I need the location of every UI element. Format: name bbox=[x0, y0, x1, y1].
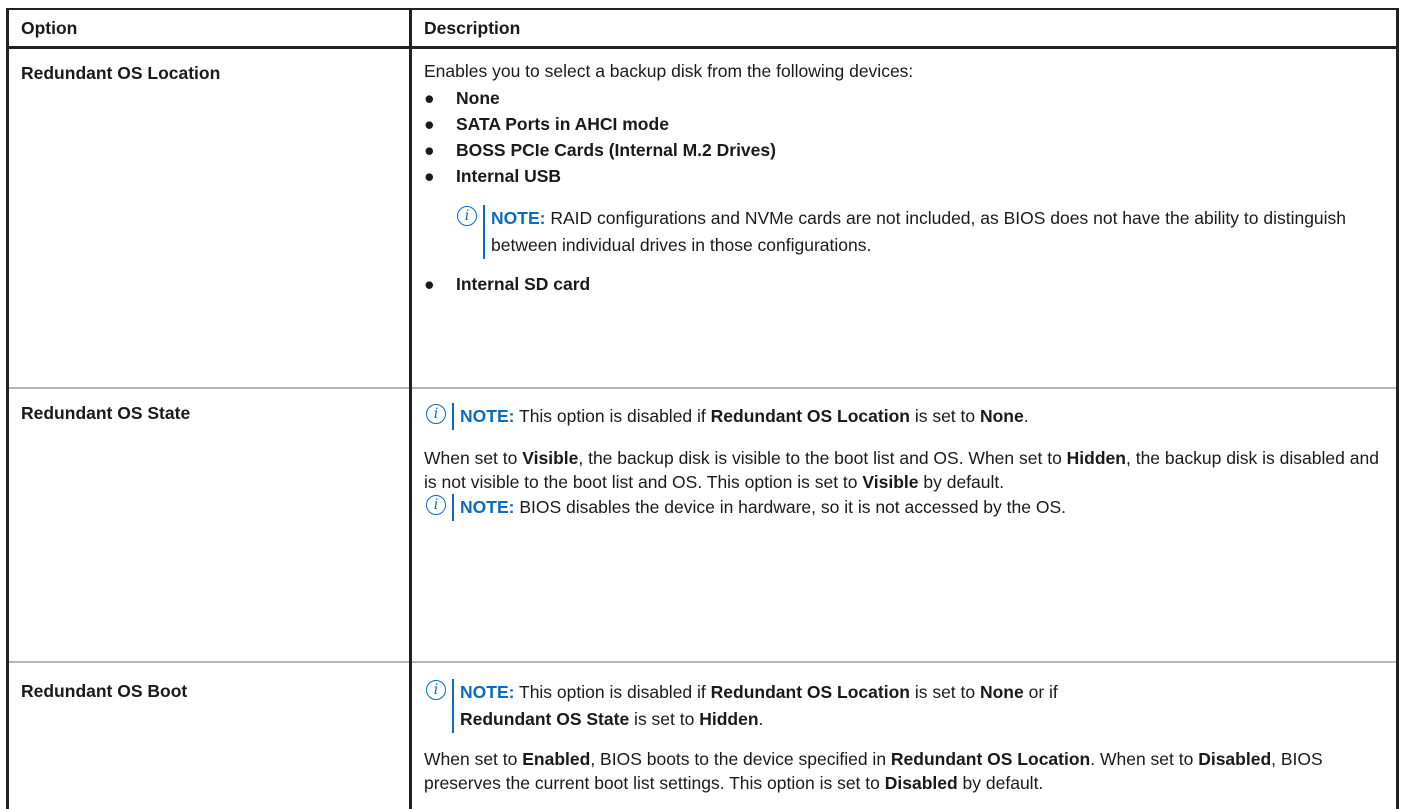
text-run: by default. bbox=[957, 773, 1044, 793]
note-text: is set to bbox=[629, 709, 700, 729]
list-item: ● Internal SD card bbox=[424, 271, 1384, 297]
note-emphasis: None bbox=[979, 406, 1024, 426]
note-body: NOTE: RAID configurations and NVMe cards… bbox=[483, 205, 1384, 259]
list-item-label: Internal USB bbox=[456, 166, 562, 186]
description-text: When set to Enabled, BIOS boots to the d… bbox=[424, 747, 1384, 795]
description-text: Enables you to select a backup disk from… bbox=[424, 61, 914, 81]
device-list: ● None ● SATA Ports in AHCI mode ● BOSS PCI… bbox=[424, 85, 1384, 189]
option-name: Redundant OS Location bbox=[6, 47, 412, 389]
option-column-header: Option bbox=[6, 8, 412, 49]
note-label: NOTE: bbox=[491, 208, 546, 228]
text-run: , BIOS boots to the device specified in bbox=[590, 749, 891, 769]
option-name: Redundant OS State bbox=[6, 388, 412, 663]
note-label: NOTE: bbox=[460, 682, 515, 702]
info-circle-icon: i bbox=[457, 206, 477, 226]
note-emphasis: Hidden bbox=[699, 709, 759, 729]
value-disabled: Disabled bbox=[884, 773, 958, 793]
note-body: NOTE: BIOS disables the device in hardwa… bbox=[452, 494, 1066, 521]
description-text: When set to Visible, the backup disk is … bbox=[424, 446, 1384, 494]
note-emphasis: Redundant OS Location bbox=[710, 682, 910, 702]
table-row: Redundant OS State i NOTE: This option i… bbox=[6, 388, 1399, 663]
value-visible: Visible bbox=[522, 448, 579, 468]
note-text: BIOS disables the device in hardware, so… bbox=[514, 497, 1066, 517]
table-row: Redundant OS Location Enables you to sel… bbox=[6, 47, 1399, 389]
text-run: When set to bbox=[424, 749, 523, 769]
info-circle-icon: i bbox=[426, 495, 446, 515]
description-column-header: Description bbox=[409, 8, 1399, 49]
note-body: NOTE: This option is disabled if Redunda… bbox=[452, 679, 1058, 733]
bullet-icon: ● bbox=[424, 166, 435, 186]
list-item: ● None bbox=[424, 85, 1384, 111]
device-list-continued: ● Internal SD card bbox=[424, 271, 1384, 297]
text-run: by default. bbox=[918, 472, 1005, 492]
text-run: When set to bbox=[424, 448, 523, 468]
option-description: i NOTE: This option is disabled if Redun… bbox=[409, 388, 1399, 663]
note-text: is set to bbox=[909, 682, 980, 702]
list-item: ● Internal USB bbox=[424, 163, 1384, 189]
list-item-label: None bbox=[456, 88, 500, 108]
info-circle-icon: i bbox=[426, 404, 446, 424]
note-emphasis: Redundant OS Location bbox=[710, 406, 910, 426]
table-header-row: Option Description bbox=[6, 8, 1399, 49]
note-emphasis: None bbox=[979, 682, 1024, 702]
note-callout: i NOTE: BIOS disables the device in hard… bbox=[426, 494, 1384, 521]
note-text: RAID configurations and NVMe cards are n… bbox=[491, 208, 1347, 255]
value-visible: Visible bbox=[862, 472, 919, 492]
list-item-label: Internal SD card bbox=[456, 274, 591, 294]
option-description: i NOTE: This option is disabled if Redun… bbox=[409, 662, 1399, 809]
note-emphasis: Redundant OS State bbox=[460, 709, 630, 729]
note-callout: i NOTE: This option is disabled if Redun… bbox=[426, 679, 1384, 733]
note-text: . bbox=[1023, 406, 1029, 426]
list-item: ● SATA Ports in AHCI mode bbox=[424, 111, 1384, 137]
list-item-label: SATA Ports in AHCI mode bbox=[456, 114, 669, 134]
note-label: NOTE: bbox=[460, 497, 515, 517]
value-enabled: Enabled bbox=[522, 749, 591, 769]
note-text: is set to bbox=[909, 406, 980, 426]
bullet-icon: ● bbox=[424, 114, 435, 134]
text-run: , the backup disk is visible to the boot… bbox=[578, 448, 1067, 468]
table-row: Redundant OS Boot i NOTE: This option is… bbox=[6, 662, 1399, 809]
note-text: . bbox=[758, 709, 764, 729]
bullet-icon: ● bbox=[424, 274, 435, 294]
bullet-icon: ● bbox=[424, 88, 435, 108]
note-text: This option is disabled if bbox=[514, 682, 711, 702]
note-label: NOTE: bbox=[460, 406, 515, 426]
list-item-label: BOSS PCIe Cards (Internal M.2 Drives) bbox=[456, 140, 776, 160]
option-reference: Redundant OS Location bbox=[890, 749, 1091, 769]
text-run: . When set to bbox=[1090, 749, 1199, 769]
value-hidden: Hidden bbox=[1066, 448, 1126, 468]
note-text: This option is disabled if bbox=[514, 406, 711, 426]
note-text: or if bbox=[1023, 682, 1058, 702]
option-name: Redundant OS Boot bbox=[6, 662, 412, 809]
list-item: ● BOSS PCIe Cards (Internal M.2 Drives) bbox=[424, 137, 1384, 163]
note-callout: i NOTE: RAID configurations and NVMe car… bbox=[457, 205, 1384, 259]
info-circle-icon: i bbox=[426, 680, 446, 700]
bios-options-table: Option Description Redundant OS Location… bbox=[6, 8, 1399, 809]
bullet-icon: ● bbox=[424, 140, 435, 160]
value-disabled: Disabled bbox=[1198, 749, 1272, 769]
note-callout: i NOTE: This option is disabled if Redun… bbox=[426, 403, 1384, 430]
option-description: Enables you to select a backup disk from… bbox=[409, 47, 1399, 389]
note-body: NOTE: This option is disabled if Redunda… bbox=[452, 403, 1029, 430]
